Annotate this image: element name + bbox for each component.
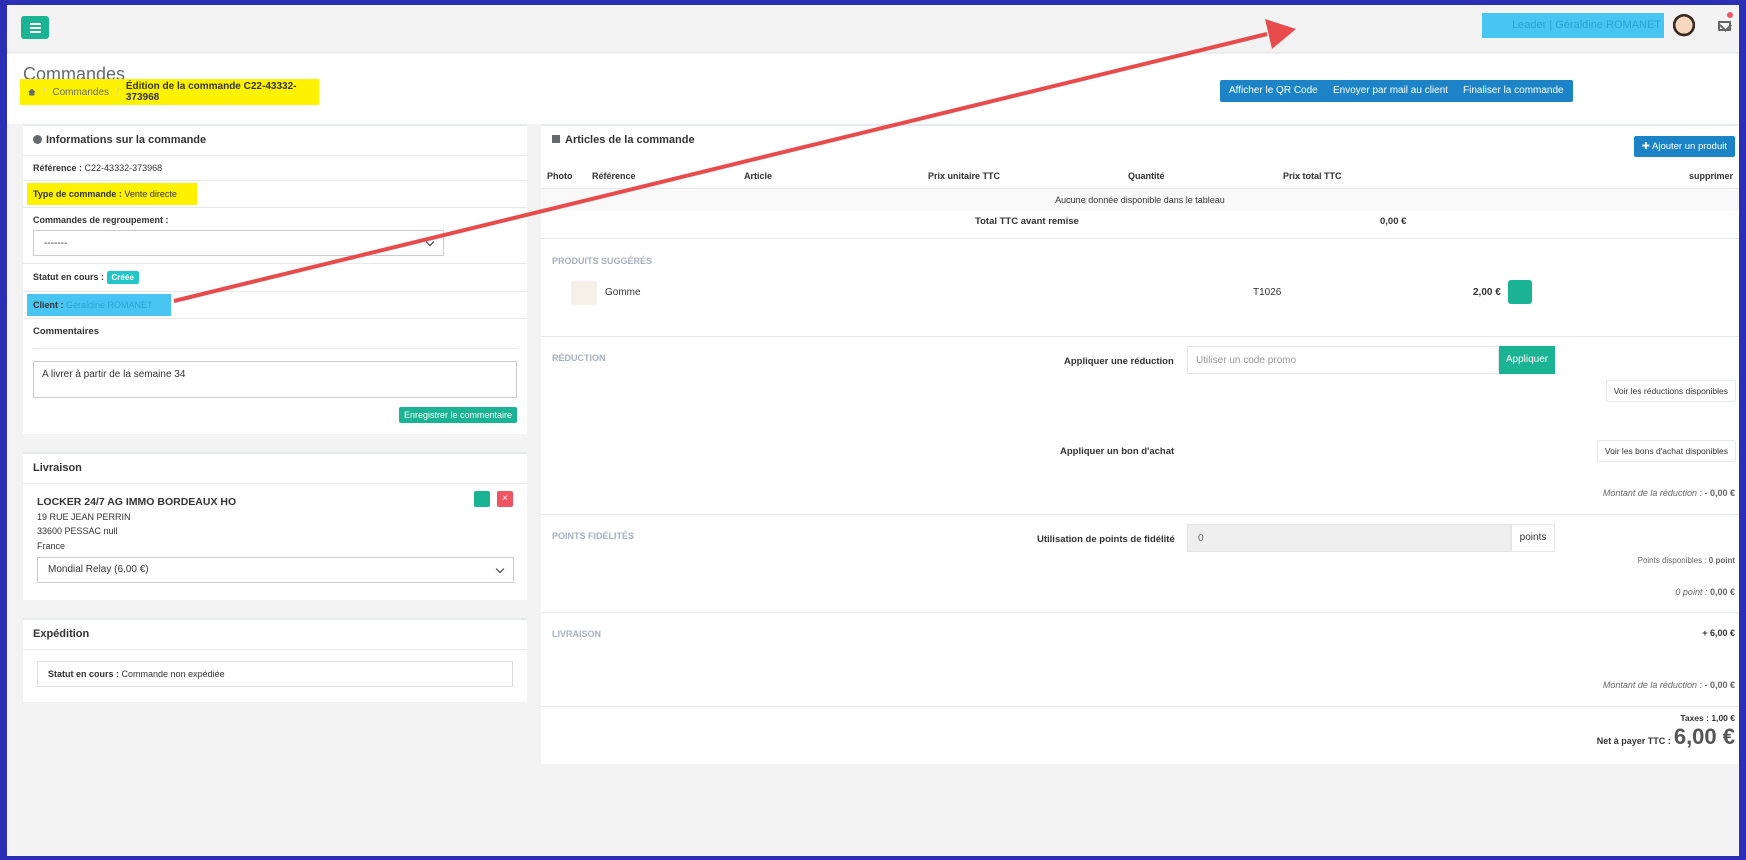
app-window: Leader | Géraldine ROMANET Commandes / C… [7,5,1739,856]
annotation-arrow [173,19,1296,303]
